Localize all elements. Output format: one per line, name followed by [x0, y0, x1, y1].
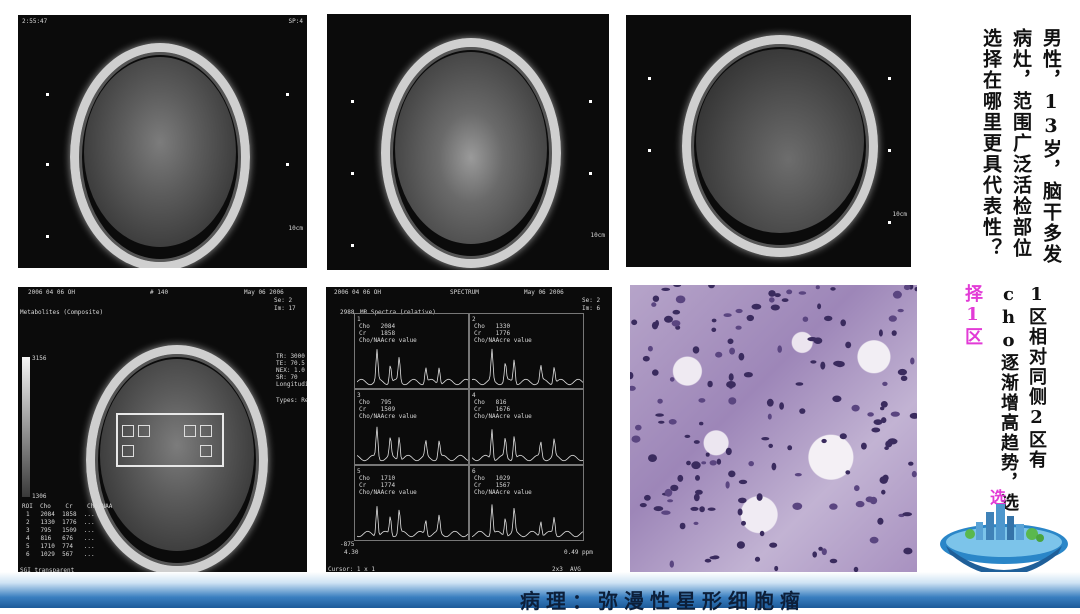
spec-title: SPECTRUM	[450, 289, 479, 296]
roi-row-5: 5 1710 774 ...	[26, 543, 95, 550]
map-title: Metabolites (Composite)	[20, 309, 104, 316]
brain-tissue	[84, 57, 236, 247]
roi-row-4: 4 816 676 ...	[26, 535, 95, 542]
spectrum-cell-6: 6 Cho 1029 Cr 1567 Cho/NAAcre value	[469, 465, 584, 541]
spec-xl: 4.30	[344, 549, 359, 556]
spectrum-cell-ratio: Cho/NAAcre value	[359, 413, 417, 420]
roi-table-header: ROI Cho Cr Cho/NAA	[22, 503, 113, 510]
voxel-5	[200, 425, 212, 437]
spec-ytop: 2988	[340, 309, 355, 316]
color-scale-bar	[22, 357, 30, 497]
pathology-caption: 病理：弥漫性星形细胞瘤	[520, 589, 806, 613]
spectrum-trace	[472, 348, 583, 386]
spectrum-cell-label: 5	[357, 468, 361, 475]
spectrum-cell-label: 1	[357, 316, 361, 323]
spectrum-cell-label: 2	[472, 316, 476, 323]
spectrum-trace	[472, 429, 583, 462]
map-header: 2006 04 06 OH	[28, 289, 75, 296]
spectrum-cell-3: 3 Cho 795 Cr 1509 Cho/NAAcre value	[354, 389, 469, 465]
spectrum-trace	[357, 426, 468, 462]
spec-xr: 0.49 ppm	[564, 549, 593, 556]
mri-axial-image-1: 2:55:47 SP:4 10cm	[18, 15, 307, 268]
spectrum-cell-cho: Cho 1029	[474, 475, 511, 482]
spec-ybot: -875	[340, 541, 355, 548]
spectrum-cell-ratio: Cho/NAAcre value	[474, 413, 532, 420]
spec-im: Im: 6	[582, 305, 601, 312]
spectrum-cell-cr: Cr 1509	[359, 406, 396, 413]
map-type: Types: Re	[276, 397, 307, 404]
spectrum-cell-5: 5 Cho 1710 Cr 1774 Cho/NAAcre value	[354, 465, 469, 541]
roi-row-3: 3 795 1509 ...	[26, 527, 95, 534]
scale-top: 3156	[32, 355, 47, 362]
question-text: 男性，13岁，脑干多发病灶，范围广泛活检部位选择在哪里更具代表性？	[980, 28, 1062, 265]
mri-scale: 10cm	[590, 232, 605, 239]
brain-tissue	[696, 49, 864, 233]
voxel-3	[122, 445, 134, 457]
spectrum-cell-label: 4	[472, 392, 476, 399]
spectrum-cell-cho: Cho 2084	[359, 323, 396, 330]
spectrum-cell-cr: Cr 1776	[474, 330, 511, 337]
spectrum-cell-cr: Cr 1567	[474, 482, 511, 489]
answer-highlight: 择1区	[962, 284, 983, 347]
spectrum-trace	[472, 504, 583, 538]
spec-se: Se: 2	[582, 297, 601, 304]
voi-box	[116, 413, 224, 467]
roi-row-6: 6 1029 567 ...	[26, 551, 95, 558]
voxel-1	[122, 425, 134, 437]
spectrum-cell-ratio: Cho/NAAcre value	[474, 489, 532, 496]
mri-scale: 10cm	[288, 225, 303, 232]
mrs-spectrum-grid: 2006 04 06 OH SPECTRUM May 06 2006 Se: 2…	[326, 287, 612, 576]
spectrum-cell-cho: Cho 795	[359, 399, 392, 406]
spectrum-trace	[357, 506, 468, 538]
roi-row-1: 1 2084 1858 ...	[26, 511, 95, 518]
mri-corner-tr: SP:4	[288, 18, 303, 25]
spectrum-cell-ratio: Cho/NAAcre value	[359, 337, 417, 344]
voxel-4	[184, 425, 196, 437]
spectrum-cell-1: 1 Cho 2084 Cr 1858 Cho/NAAcre value	[354, 313, 469, 389]
spec-header: 2006 04 06 OH	[334, 289, 381, 296]
spectrum-cell-2: 2 Cho 1330 Cr 1776 Cho/NAAcre value	[469, 313, 584, 389]
spectrum-cell-cho: Cho 816	[474, 399, 507, 406]
roi-row-2: 2 1330 1776 ...	[26, 519, 95, 526]
answer-text: 1区相对同侧2区有cho逐渐增高趋势，选	[998, 284, 1047, 513]
mri-scale: 10cm	[892, 211, 907, 218]
mrs-metabolite-map: 2006 04 06 OH # 140 May 06 2006 Se: 2 Im…	[18, 287, 307, 576]
spectrum-cell-cr: Cr 1676	[474, 406, 511, 413]
spectrum-cell-ratio: Cho/NAAcre value	[359, 489, 417, 496]
voxel-2	[138, 425, 150, 437]
scale-bottom: 1306	[32, 493, 47, 500]
map-se: Se: 2	[274, 297, 293, 304]
spectrum-cell-cho: Cho 1710	[359, 475, 396, 482]
mri-corner-tl: 2:55:47	[22, 18, 48, 25]
mri-axial-image-2: 10cm	[327, 14, 609, 270]
spectrum-cell-label: 3	[357, 392, 361, 399]
map-date: May 06 2006	[244, 289, 284, 296]
map-header-mid: # 140	[150, 289, 169, 296]
spectrum-cell-cr: Cr 1774	[359, 482, 396, 489]
map-params: TR: 3000 TE: 70.5 NEX: 1.0 SR: 70 Longit…	[276, 353, 307, 388]
cell-nuclei	[630, 285, 917, 572]
spectrum-cell-ratio: Cho/NAAcre value	[474, 337, 532, 344]
spec-date: May 06 2006	[524, 289, 564, 296]
brain-tissue	[395, 52, 547, 244]
spectrum-cell-4: 4 Cho 816 Cr 1676 Cho/NAAcre value	[469, 389, 584, 465]
mri-axial-image-3: 10cm	[626, 15, 911, 267]
spectrum-cell-label: 6	[472, 468, 476, 475]
map-im: Im: 17	[274, 305, 296, 312]
voxel-6	[200, 445, 212, 457]
spectrum-trace	[357, 349, 468, 386]
histology-image	[630, 285, 917, 572]
spectrum-cell-cr: Cr 1858	[359, 330, 396, 337]
spectrum-cell-cho: Cho 1330	[474, 323, 511, 330]
